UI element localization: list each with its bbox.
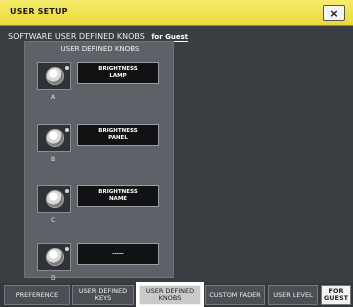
close-button[interactable]: × — [323, 5, 345, 21]
assignment-line1: BRIGHTNESS — [98, 189, 138, 196]
knob-b-assignment-button[interactable]: BRIGHTNESS PANEL — [77, 124, 159, 146]
knob-row-a: A BRIGHTNESS LAMP — [37, 62, 159, 104]
tab-user-level[interactable]: USER LEVEL — [268, 285, 318, 305]
knob-icon — [46, 67, 64, 85]
title-bar: USER SETUP × — [0, 0, 353, 26]
tab-user-defined-keys[interactable]: USER DEFINED KEYS — [72, 285, 134, 305]
indicator-dot-icon — [65, 189, 69, 193]
knob-icon — [46, 129, 64, 147]
knob-row-d: D ----- — [37, 243, 159, 285]
tab-preference[interactable]: PREFERENCE — [4, 285, 70, 305]
tab-for-guest[interactable]: FOR GUEST — [321, 285, 351, 305]
knob-row-c: C BRIGHTNESS NAME — [37, 185, 159, 227]
tab-label: USER LEVEL — [273, 290, 313, 299]
tab-bar: PREFERENCE USER DEFINED KEYS USER DEFINE… — [0, 282, 353, 307]
tab-label: CUSTOM FADER — [209, 290, 261, 299]
tab-custom-fader[interactable]: CUSTOM FADER — [205, 285, 265, 305]
knob-a-button[interactable] — [37, 62, 71, 90]
window-title: USER SETUP — [10, 7, 68, 16]
knob-icon — [46, 248, 64, 266]
knob-c-assignment-button[interactable]: BRIGHTNESS NAME — [77, 185, 159, 207]
indicator-dot-icon — [65, 247, 69, 251]
knob-row-b: B BRIGHTNESS PANEL — [37, 124, 159, 166]
indicator-dot-icon — [65, 128, 69, 132]
knob-letter: A — [51, 94, 56, 101]
indicator-dot-icon — [65, 66, 69, 70]
knob-c-button[interactable] — [37, 185, 71, 213]
knob-d-assignment-button[interactable]: ----- — [77, 243, 159, 265]
panel-title: USER DEFINED KNOBS — [60, 45, 140, 53]
assignment-line2: NAME — [108, 196, 128, 202]
tab-label-line2: KEYS — [94, 294, 112, 302]
knob-letter: C — [51, 217, 56, 224]
user-setup-window: USER SETUP × SOFTWARE USER DEFINED KNOBS… — [0, 0, 353, 307]
knob-a-assignment-button[interactable]: BRIGHTNESS LAMP — [77, 62, 159, 84]
user-defined-knobs-panel: USER DEFINED KNOBS A BRIGHTNESS LAMP B B… — [24, 41, 174, 282]
knob-letter: B — [51, 156, 56, 163]
knob-d-button[interactable] — [37, 243, 71, 271]
assignment-line2: LAMP — [109, 73, 127, 79]
assignment-line1: ----- — [112, 250, 124, 257]
tab-label: PREFERENCE — [15, 290, 59, 299]
assignment-line1: BRIGHTNESS — [98, 128, 138, 135]
tab-label-line2: GUEST — [323, 294, 349, 302]
knob-letter: D — [51, 275, 56, 282]
assignment-line1: BRIGHTNESS — [98, 66, 138, 73]
knob-b-button[interactable] — [37, 124, 71, 152]
close-icon: × — [329, 6, 339, 20]
tab-label-line2: KNOBS — [158, 294, 182, 302]
assignment-line2: PANEL — [108, 135, 128, 141]
tab-user-defined-knobs[interactable]: USER DEFINED KNOBS — [136, 282, 204, 307]
knob-icon — [46, 190, 64, 208]
section-title: SOFTWARE USER DEFINED KNOBS — [8, 32, 145, 41]
